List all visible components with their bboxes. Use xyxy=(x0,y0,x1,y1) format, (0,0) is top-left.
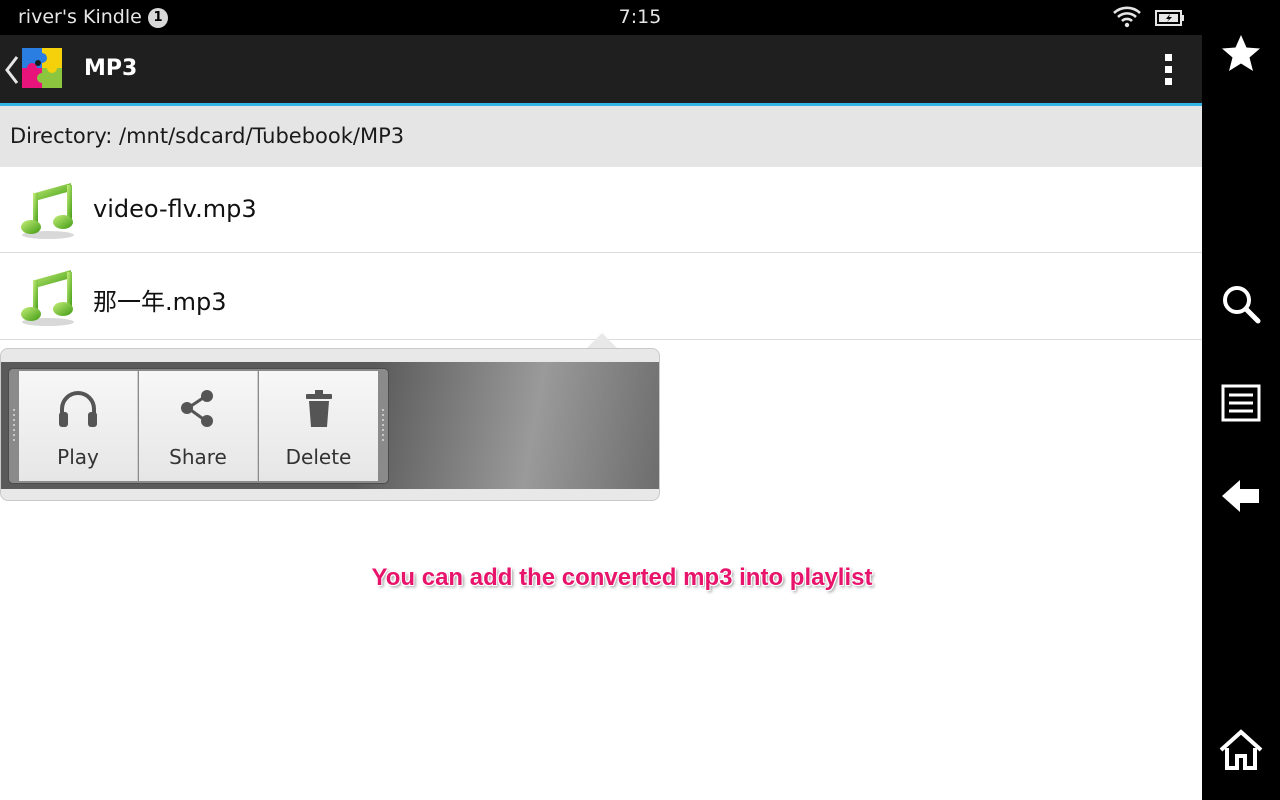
popup-pointer xyxy=(586,333,618,349)
app-screen: river's Kindle 1 7:15 MP3 Directory: /mn… xyxy=(0,0,1202,800)
directory-path: Directory: /mnt/sdcard/Tubebook/MP3 xyxy=(10,124,405,148)
share-button[interactable]: Share xyxy=(139,371,258,481)
quick-action-group: Play Share Delete xyxy=(8,368,389,484)
menu-list-icon[interactable] xyxy=(1219,381,1263,425)
app-puzzle-icon[interactable] xyxy=(20,46,64,90)
list-item[interactable]: video-flv.mp3 xyxy=(0,167,1202,253)
home-icon[interactable] xyxy=(1219,728,1263,772)
battery-icon xyxy=(1155,10,1184,26)
back-arrow-icon[interactable] xyxy=(1219,474,1263,518)
page-title: MP3 xyxy=(84,56,138,81)
action-bar xyxy=(0,35,1202,103)
wifi-icon xyxy=(1113,6,1141,28)
quick-action-popup: Play Share Delete xyxy=(0,348,660,501)
overflow-menu-icon[interactable] xyxy=(1158,52,1180,88)
delete-label: Delete xyxy=(285,445,352,469)
file-name: video-flv.mp3 xyxy=(93,195,257,223)
play-label: Play xyxy=(57,445,99,469)
clock: 7:15 xyxy=(618,6,662,28)
delete-button[interactable]: Delete xyxy=(259,371,378,481)
directory-header: Directory: /mnt/sdcard/Tubebook/MP3 xyxy=(0,106,1202,167)
music-note-icon xyxy=(21,183,74,239)
music-note-icon xyxy=(21,270,74,326)
share-label: Share xyxy=(169,445,227,469)
file-name: 那一年.mp3 xyxy=(93,288,227,316)
scroll-grip-right xyxy=(382,409,384,443)
navigation-bar xyxy=(1202,0,1280,800)
headphones-icon xyxy=(59,391,97,427)
play-button[interactable]: Play xyxy=(19,371,138,481)
trash-icon xyxy=(305,390,332,427)
status-bar: river's Kindle 1 7:15 xyxy=(0,0,1202,35)
tutorial-caption: You can add the converted mp3 into playl… xyxy=(371,564,873,591)
back-chevron-icon[interactable] xyxy=(4,55,20,85)
scroll-grip-left xyxy=(13,409,15,443)
star-icon[interactable] xyxy=(1219,32,1263,76)
share-icon xyxy=(181,390,213,427)
search-icon[interactable] xyxy=(1219,282,1263,326)
list-item[interactable]: 那一年.mp3 xyxy=(0,254,1202,340)
